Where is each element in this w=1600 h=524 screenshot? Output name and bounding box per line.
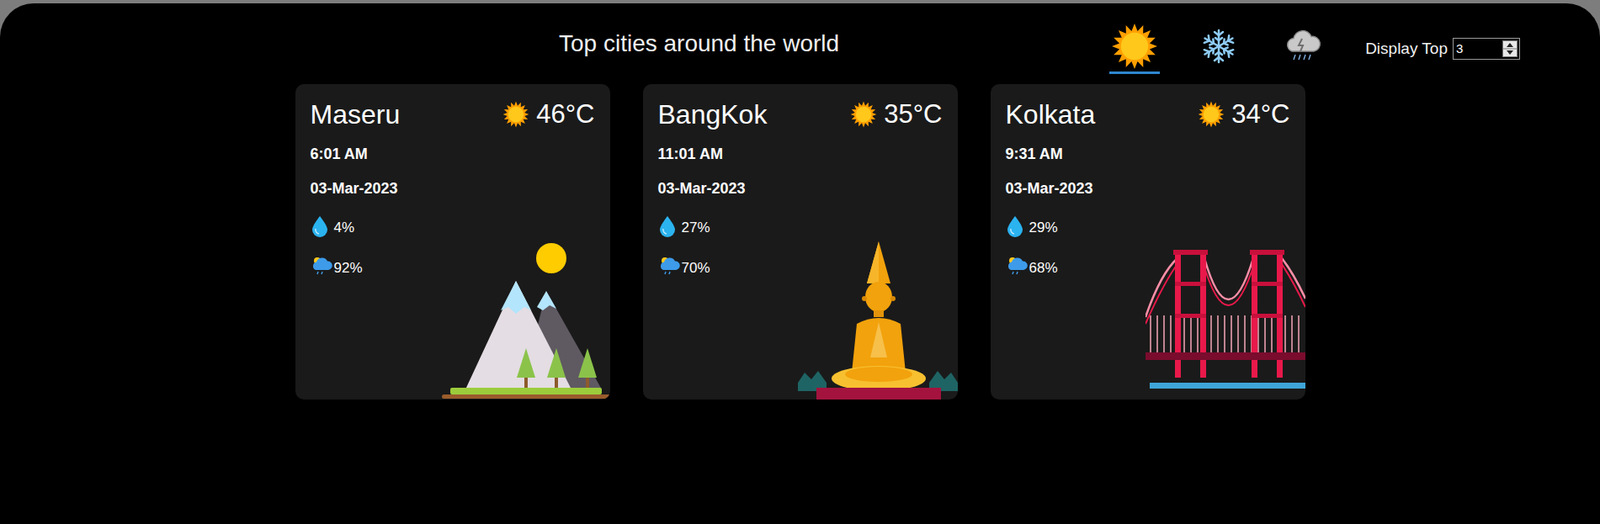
card-header: Kolkata 34°C — [1005, 97, 1291, 132]
city-card[interactable]: BangKok 35°C 11:01 AM 03-Mar-2023 27% 70% — [643, 84, 958, 400]
city-card[interactable]: Maseru 46°C 6:01 AM 03-Mar-2023 4% 92% — [295, 84, 611, 400]
display-top-control: Display Top3 — [1361, 37, 1521, 62]
city-list: Maseru 46°C 6:01 AM 03-Mar-2023 4% 92% BangKok… — [0, 84, 1600, 400]
city-date: 03-Mar-2023 — [310, 177, 596, 201]
sun-icon — [1110, 22, 1159, 70]
humidity-drop-icon — [658, 215, 677, 238]
weather-filter-button[interactable] — [1193, 20, 1244, 75]
city-time: 9:31 AM — [1005, 143, 1291, 166]
page-title: Top cities around the world — [558, 26, 840, 61]
sun-icon — [850, 100, 878, 128]
city-date: 03-Mar-2023 — [658, 177, 943, 201]
header: Top cities around the world Display Top3 — [0, 3, 1600, 75]
precipitation-cloud-icon — [1005, 255, 1028, 276]
sun-icon — [502, 100, 530, 128]
humidity-row: 27% — [658, 213, 943, 240]
precipitation-value: 68% — [1029, 252, 1058, 280]
city-name: BangKok — [658, 97, 768, 132]
bridge-illustration-icon — [1145, 239, 1306, 400]
display-top-label: Display Top — [1365, 37, 1448, 62]
city-date: 03-Mar-2023 — [1005, 177, 1291, 201]
buddha-illustration-icon — [797, 239, 958, 400]
display-top-input[interactable]: 3 — [1452, 37, 1521, 60]
app-frame: Top cities around the world Display Top3 M… — [0, 3, 1600, 524]
humidity-value: 27% — [681, 213, 711, 240]
city-name: Kolkata — [1005, 97, 1096, 132]
app: Top cities around the world Display Top3 M… — [0, 0, 1600, 524]
humidity-row: 4% — [310, 213, 596, 240]
card-header: Maseru 46°C — [310, 97, 596, 132]
temperature: 46°C — [536, 97, 595, 132]
city-time: 11:01 AM — [658, 143, 943, 166]
city-illustration — [797, 239, 958, 400]
precipitation-value: 70% — [681, 252, 711, 280]
humidity-value: 29% — [1029, 213, 1058, 240]
temperature-group: 35°C — [850, 97, 942, 132]
city-illustration — [1145, 239, 1306, 400]
precipitation-cloud-icon — [658, 255, 681, 276]
weather-filter-button[interactable] — [1109, 20, 1160, 75]
precipitation-row: 70% — [658, 252, 943, 280]
weather-filter-button[interactable] — [1277, 20, 1329, 75]
snowflake-icon — [1200, 27, 1238, 65]
humidity-drop-icon — [310, 215, 330, 238]
mountains-illustration-icon — [441, 239, 611, 400]
temperature-group: 34°C — [1197, 97, 1290, 132]
precipitation-value: 92% — [334, 252, 363, 280]
city-card[interactable]: Kolkata 34°C 9:31 AM 03-Mar-2023 29% 68% — [990, 84, 1306, 400]
city-illustration — [441, 239, 611, 400]
rain-cloud-icon — [1283, 27, 1323, 65]
city-name: Maseru — [310, 97, 401, 132]
city-time: 6:01 AM — [310, 143, 596, 166]
sun-icon — [1197, 100, 1225, 128]
temperature: 35°C — [883, 97, 942, 132]
spinner-arrows-icon[interactable] — [1502, 40, 1518, 58]
humidity-row: 29% — [1005, 213, 1291, 240]
humidity-value: 4% — [334, 213, 356, 240]
precipitation-cloud-icon — [310, 255, 333, 276]
temperature-group: 46°C — [502, 97, 595, 132]
humidity-drop-icon — [1005, 215, 1025, 238]
header-controls: Display Top3 — [1109, 20, 1521, 75]
temperature: 34°C — [1231, 97, 1290, 132]
card-header: BangKok 35°C — [658, 97, 943, 132]
